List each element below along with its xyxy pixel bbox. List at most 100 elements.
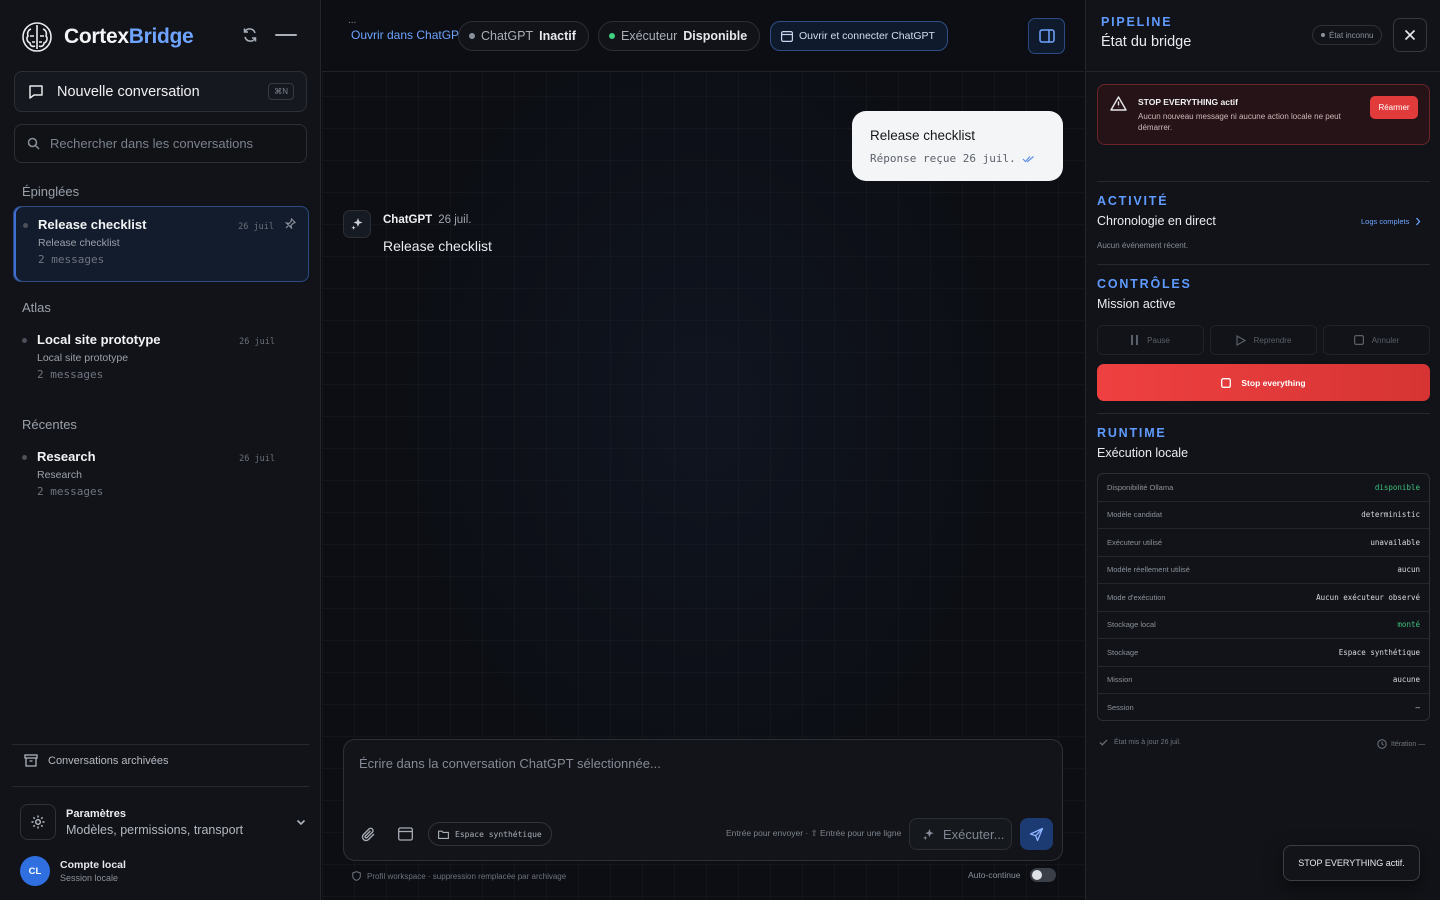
- table-row: Mode d'exécution Aucun exécuteur observé: [1098, 584, 1429, 612]
- keyboard-hint: Entrée pour envoyer · ⇧ Entrée pour une …: [726, 828, 902, 838]
- open-in-chatgpt-link[interactable]: ... Ouvrir dans ChatGPT: [348, 15, 467, 42]
- sidebar: CortexBridge Nouvelle conversation ⌘N Ép…: [0, 0, 321, 900]
- refresh-icon[interactable]: [241, 26, 259, 44]
- table-row: Session —: [1098, 694, 1429, 720]
- table-row: Stockage local monté: [1098, 612, 1429, 639]
- toggle-panel-button[interactable]: [1028, 18, 1065, 54]
- row-key: Disponibilité Ollama: [1107, 482, 1174, 492]
- pin-icon[interactable]: [285, 218, 296, 229]
- table-row: Modèle réellement utilisé aucun: [1098, 557, 1429, 584]
- row-value: monté: [1397, 620, 1420, 630]
- full-logs-link[interactable]: Logs complets: [1361, 217, 1421, 226]
- status-dot: [609, 33, 615, 39]
- check-icon: [1099, 739, 1108, 746]
- footnote-text: Profil workspace · suppression remplacée…: [367, 871, 567, 881]
- execute-label: Exécuter...: [943, 826, 1005, 842]
- status-dot: [1321, 33, 1325, 37]
- sidebar-panel-icon: [1038, 29, 1055, 43]
- search-input[interactable]: [50, 136, 290, 151]
- alert-title: STOP EVERYTHING actif: [1138, 97, 1238, 107]
- conversation-date: 26 juil: [239, 337, 275, 347]
- divider: [1097, 181, 1430, 182]
- close-panel-button[interactable]: [1393, 18, 1427, 52]
- settings-button[interactable]: Paramètres Modèles, permissions, transpo…: [20, 802, 307, 842]
- row-key: Stockage: [1107, 647, 1139, 657]
- rearm-button[interactable]: Réarmer: [1370, 96, 1418, 119]
- conversation-item-local-site-prototype[interactable]: Local site prototype Local site prototyp…: [13, 322, 309, 398]
- execute-button[interactable]: Exécuter...: [909, 818, 1012, 850]
- send-icon: [1029, 827, 1044, 842]
- pause-button[interactable]: Pause: [1097, 325, 1204, 355]
- controls-eyebrow: CONTRÔLES: [1097, 277, 1192, 291]
- auto-continue-toggle[interactable]: [1030, 868, 1057, 882]
- workspace-label: Espace synthétique: [455, 829, 542, 839]
- open-link-label: Ouvrir dans ChatGPT: [351, 28, 467, 42]
- controls-title: Mission active: [1097, 297, 1176, 311]
- message-input[interactable]: [359, 756, 1039, 796]
- activity-eyebrow: ACTIVITÉ: [1097, 194, 1169, 208]
- panel-title: État du bridge: [1101, 34, 1192, 50]
- warning-icon: [1110, 96, 1127, 111]
- updated-label: État mis à jour 26 juil.: [1114, 739, 1181, 746]
- stop-everything-label: Stop everything: [1241, 377, 1306, 388]
- iteration-label: Itération —: [1391, 740, 1426, 748]
- conversation-item-research[interactable]: Research Research 2 messages 26 juil: [13, 439, 309, 515]
- chatgpt-status-pill: ChatGPT Inactif: [458, 21, 589, 51]
- divider: [12, 786, 309, 787]
- account-name: Compte local: [60, 859, 126, 871]
- runtime-table: Disponibilité Ollama disponible Modèle ca…: [1097, 473, 1430, 721]
- row-key: Mode d'exécution: [1107, 592, 1166, 602]
- table-row: Mission aucune: [1098, 667, 1429, 694]
- chevron-down-icon: [295, 816, 307, 828]
- paperclip-icon[interactable]: [360, 826, 377, 843]
- conversation-item-release-checklist[interactable]: Release checklist Release checklist 2 me…: [13, 206, 309, 282]
- stop-everything-alert: STOP EVERYTHING actif Aucun nouveau mess…: [1097, 84, 1430, 145]
- status-dot: [22, 338, 27, 343]
- row-key: Exécuteur utilisé: [1107, 537, 1163, 547]
- row-key: Mission: [1107, 675, 1133, 685]
- row-key: Modèle réellement utilisé: [1107, 565, 1190, 575]
- brand[interactable]: CortexBridge: [20, 20, 194, 54]
- search-icon: [27, 137, 40, 150]
- user-message-text: Release checklist: [870, 128, 976, 143]
- browser-window-icon[interactable]: [398, 827, 413, 841]
- brand-name: CortexBridge: [64, 25, 194, 48]
- panel-footer-status: État mis à jour 26 juil.: [1099, 739, 1181, 746]
- status-dot: [469, 33, 475, 39]
- table-row: Modèle candidat deterministic: [1098, 502, 1429, 529]
- section-label-atlas: Atlas: [22, 300, 51, 315]
- send-button[interactable]: [1020, 818, 1053, 850]
- conversation-subtitle: Research: [37, 469, 82, 481]
- resume-button[interactable]: Reprendre: [1210, 325, 1317, 355]
- executor-label: Exécuteur: [621, 29, 678, 43]
- panel-header: PIPELINE État du bridge État inconnu: [1086, 0, 1440, 72]
- activity-title: Chronologie en direct: [1097, 214, 1216, 228]
- cancel-button[interactable]: Annuler: [1323, 325, 1430, 355]
- section-label-recent: Récentes: [22, 417, 77, 432]
- toast-notification: STOP EVERYTHING actif.: [1283, 845, 1420, 881]
- assistant-message-header: ChatGPT 26 juil.: [383, 214, 471, 226]
- top-bar: ... Ouvrir dans ChatGPT ChatGPT Inactif …: [322, 0, 1084, 72]
- divider: [1097, 264, 1430, 265]
- assistant-author: ChatGPT: [383, 214, 433, 226]
- table-row: Stockage Espace synthétique: [1098, 639, 1429, 667]
- chatgpt-status: Inactif: [539, 29, 576, 43]
- archived-conversations-link[interactable]: Conversations archivées: [24, 754, 168, 767]
- controls-section: CONTRÔLES Mission active: [1097, 277, 1192, 311]
- search-box[interactable]: [14, 124, 307, 163]
- conversation-count: 2 messages: [37, 368, 104, 381]
- panel-footer-iteration: Itération —: [1377, 739, 1425, 749]
- double-check-icon: [1022, 155, 1035, 163]
- workspace-chip[interactable]: Espace synthétique: [428, 822, 552, 846]
- conversation-date: 26 juil: [238, 222, 274, 232]
- collapse-icon[interactable]: [275, 33, 297, 37]
- stop-everything-button[interactable]: Stop everything: [1097, 364, 1430, 401]
- row-value: —: [1415, 703, 1420, 713]
- new-conversation-button[interactable]: Nouvelle conversation ⌘N: [14, 71, 307, 112]
- ellipsis: ...: [348, 15, 357, 26]
- row-key: Stockage local: [1107, 620, 1156, 630]
- pause-label: Pause: [1147, 335, 1170, 345]
- account[interactable]: CL Compte local Session locale: [20, 856, 126, 886]
- clock-icon: [1377, 739, 1387, 749]
- open-connect-chatgpt-button[interactable]: Ouvrir et connecter ChatGPT: [770, 21, 948, 51]
